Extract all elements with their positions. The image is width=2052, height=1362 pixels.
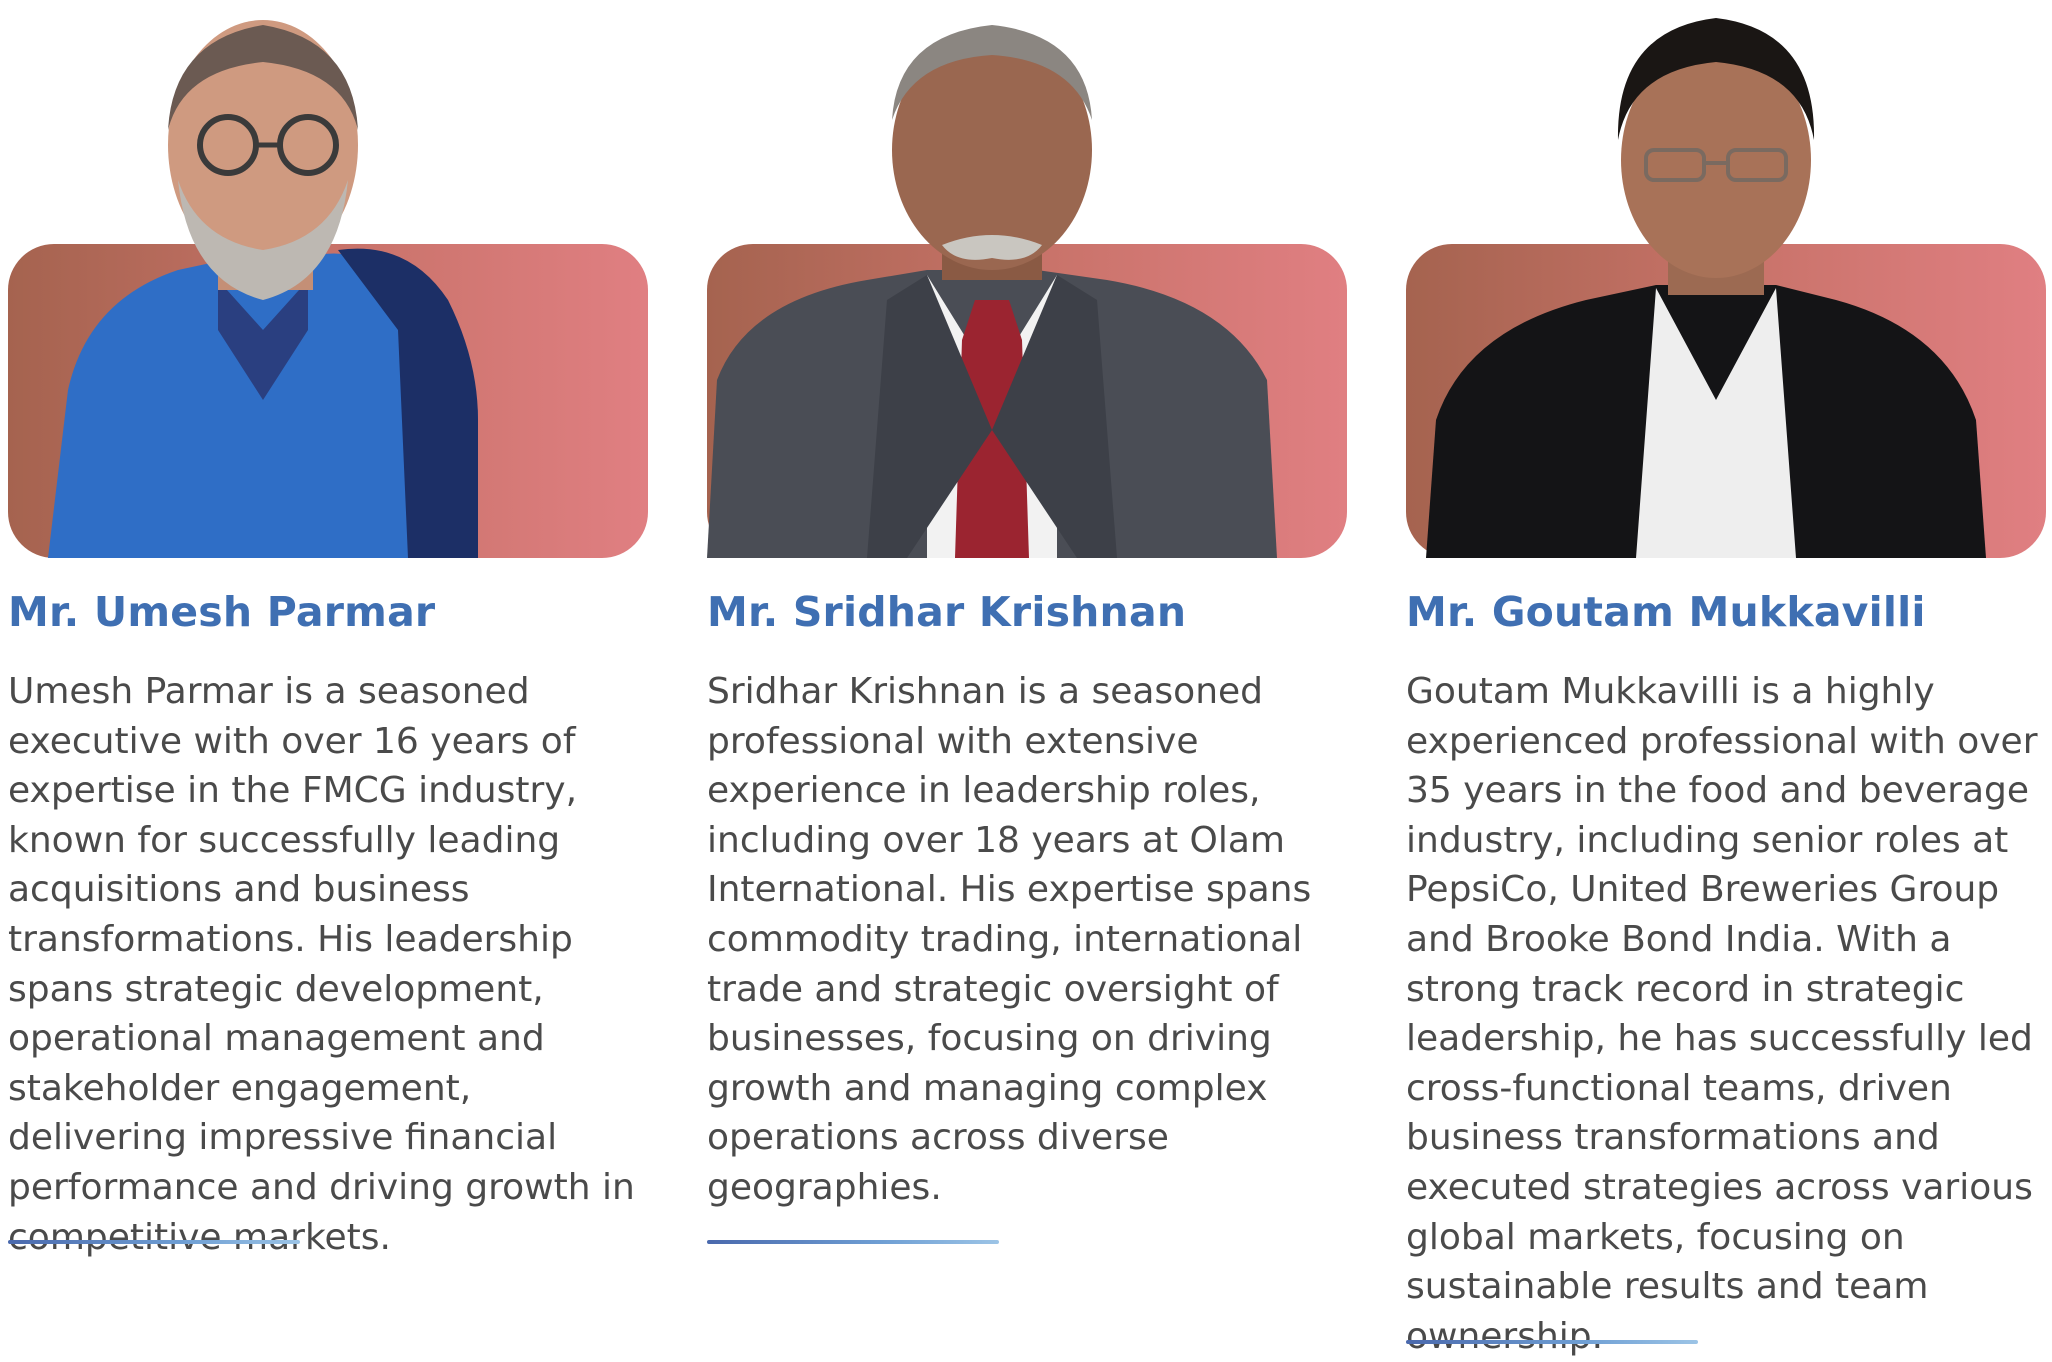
person-bio: Sridhar Krishnan is a seasoned professio… <box>707 671 1312 1208</box>
person-name: Mr. Sridhar Krishnan <box>707 588 1187 636</box>
divider-rule <box>8 1240 300 1244</box>
person-bio: Goutam Mukkavilli is a highly experience… <box>1406 671 2038 1357</box>
portrait-photo <box>707 25 1277 558</box>
portrait-photo <box>48 20 478 558</box>
person-name: Mr. Goutam Mukkavilli <box>1406 588 1926 636</box>
profile-card-goutam-mukkavilli: Mr. Goutam Mukkavilli Goutam Mukkavilli … <box>1406 0 2046 1357</box>
portrait-frame <box>1406 0 2046 560</box>
divider-rule <box>707 1240 999 1244</box>
portrait-frame <box>8 0 648 560</box>
profile-card-sridhar-krishnan: Mr. Sridhar Krishnan Sridhar Krishnan is… <box>707 0 1347 1244</box>
person-name: Mr. Umesh Parmar <box>8 588 436 636</box>
divider-rule <box>1406 1340 1698 1344</box>
portrait-frame <box>707 0 1347 560</box>
person-bio: Umesh Parmar is a seasoned executive wit… <box>8 671 635 1258</box>
profile-card-umesh-parmar: Mr. Umesh Parmar Umesh Parmar is a seaso… <box>8 0 648 1258</box>
portrait-photo <box>1426 18 1986 558</box>
